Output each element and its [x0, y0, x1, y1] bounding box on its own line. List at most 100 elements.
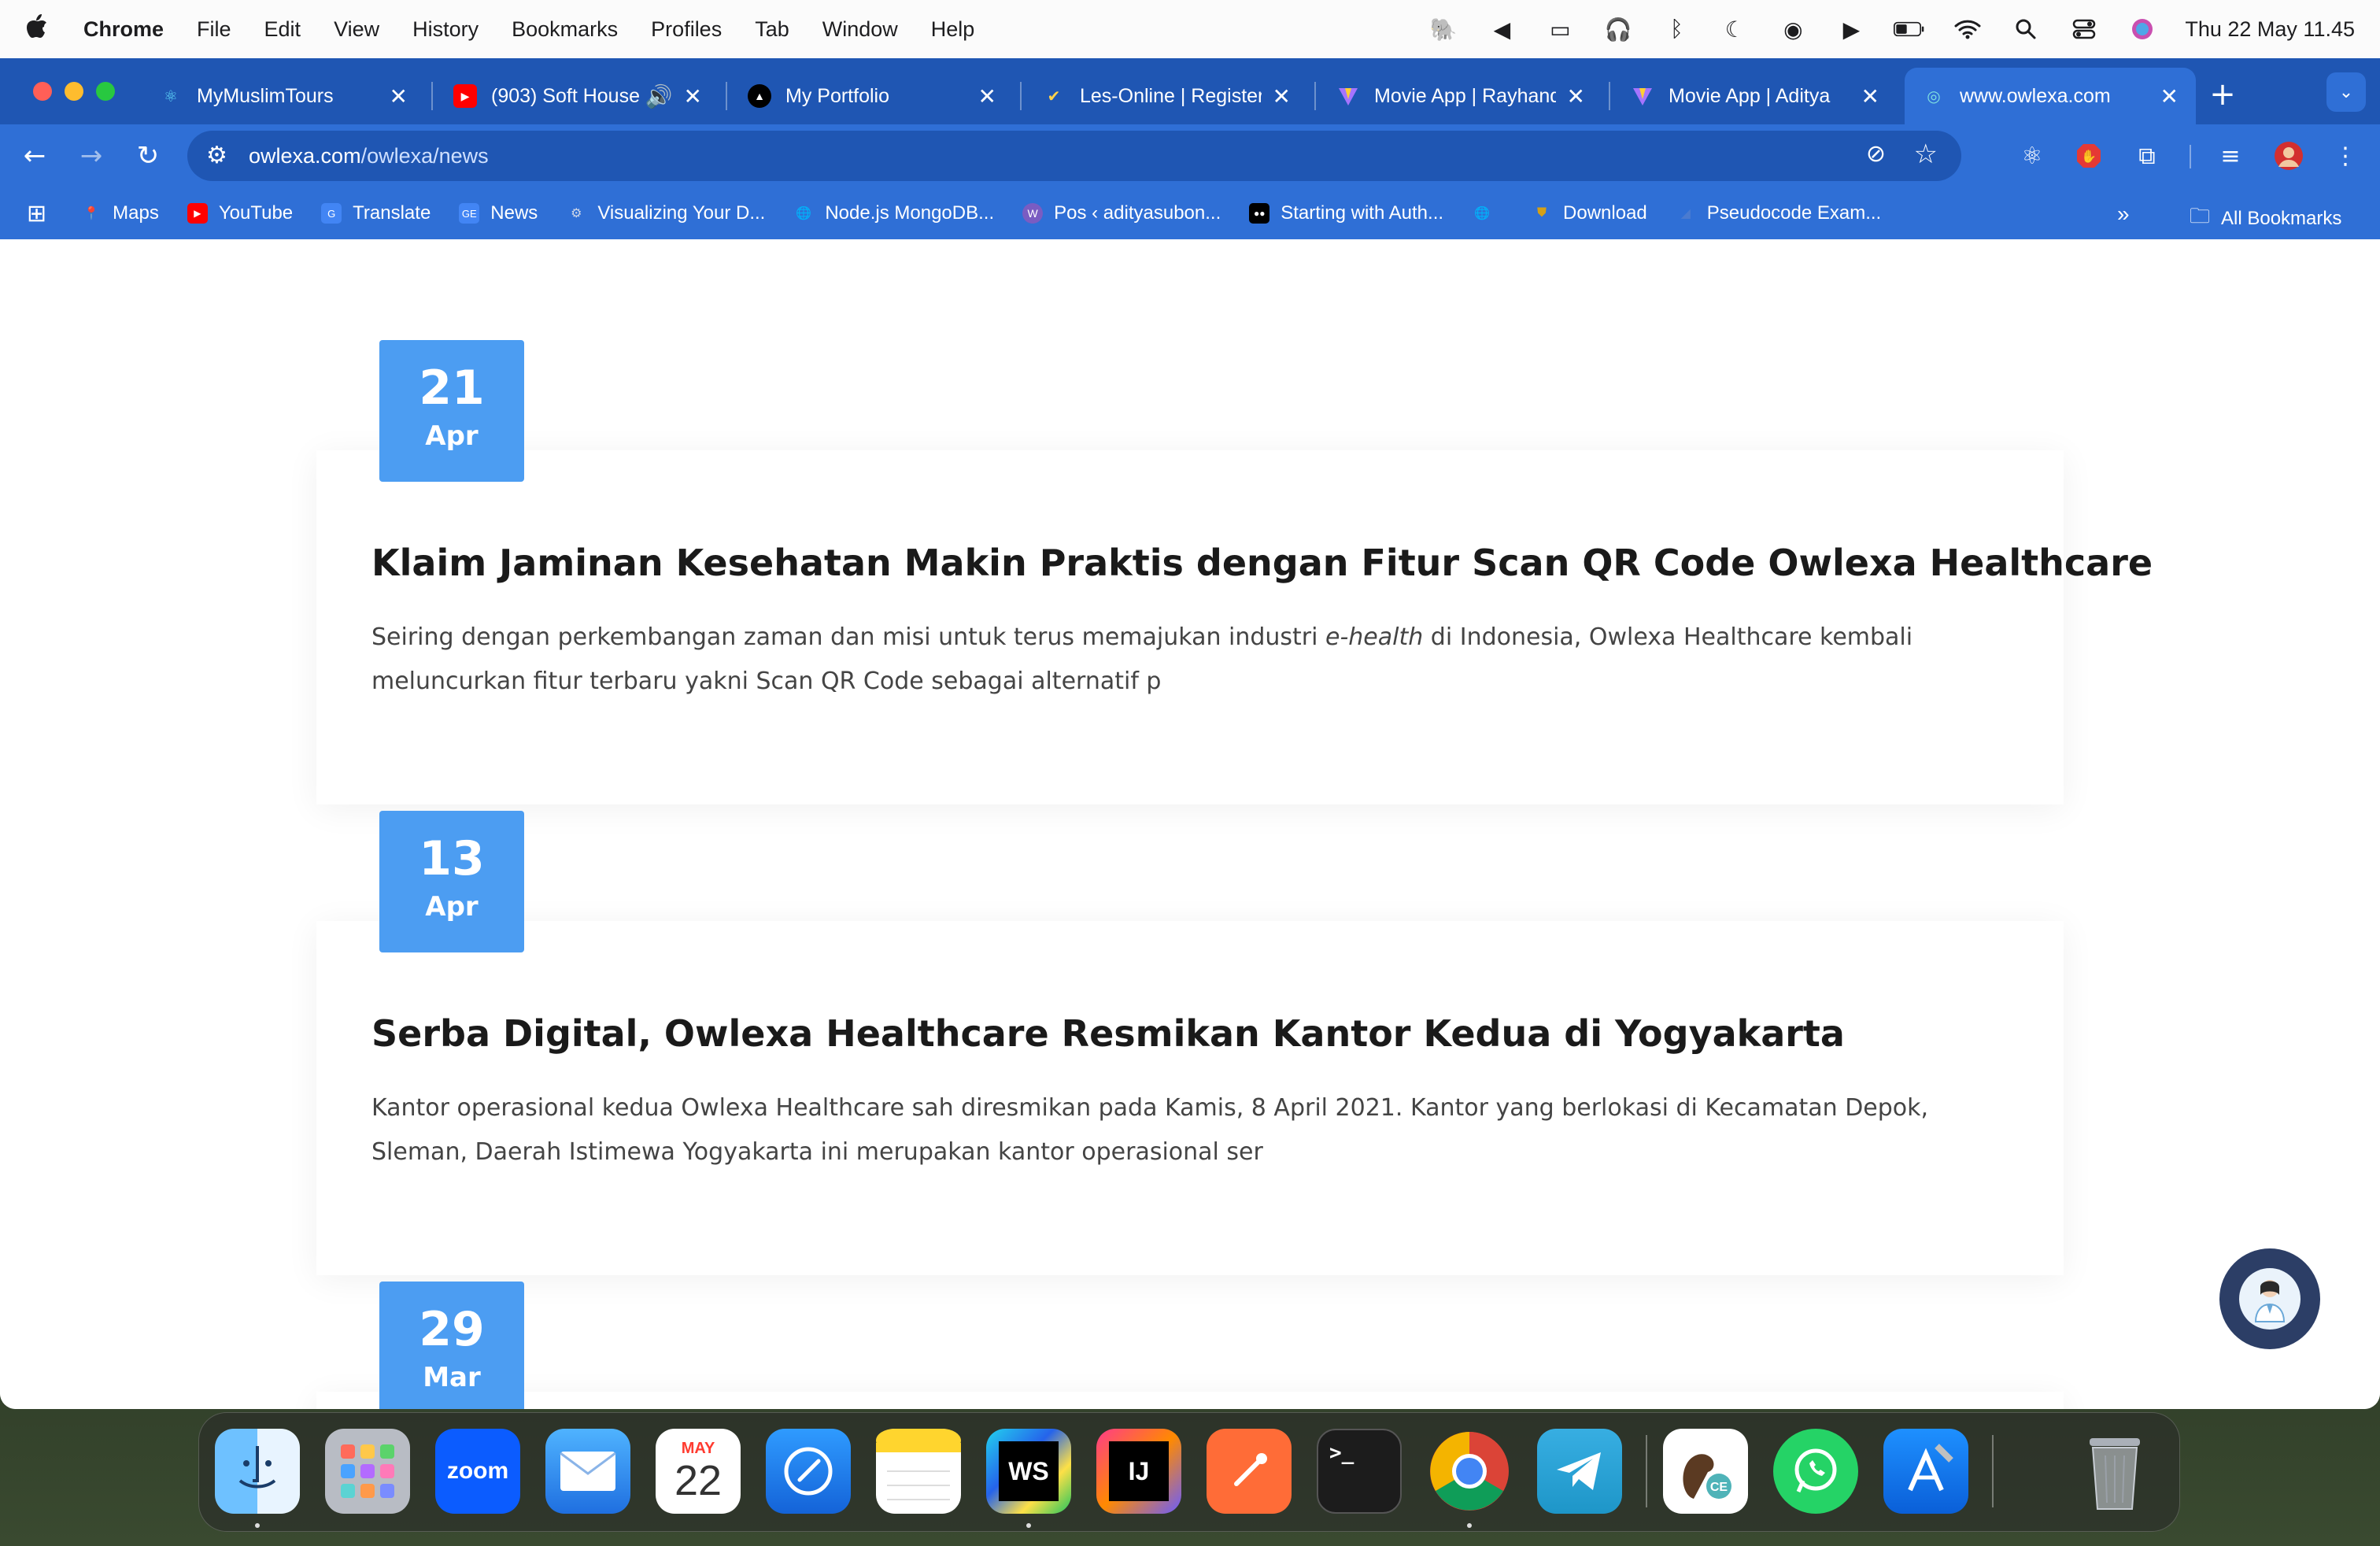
close-tab-icon[interactable]: ✕ [2160, 83, 2179, 109]
moon-icon[interactable]: ☾ [1719, 16, 1750, 43]
tab-my-portfolio[interactable]: ▲ My Portfolio ✕ [730, 68, 1014, 124]
launchpad-icon[interactable] [325, 1429, 410, 1514]
trash-icon[interactable] [2072, 1429, 2157, 1514]
media-controls-icon[interactable]: ≡ [2213, 139, 2248, 173]
menu-chrome[interactable]: Chrome [83, 17, 164, 42]
news-title[interactable]: Serba Digital, Owlexa Healthcare Resmika… [371, 1012, 1845, 1055]
menu-file[interactable]: File [197, 17, 231, 42]
news-date-badge: 29 Mar [379, 1282, 524, 1409]
search-icon[interactable] [2010, 16, 2042, 43]
bookmark-download[interactable]: ⛊ Download [1532, 202, 1647, 224]
close-tab-icon[interactable]: ✕ [684, 83, 702, 109]
triangle-icon: ▲ [748, 84, 771, 108]
bluetooth-icon[interactable]: ᛒ [1661, 16, 1692, 43]
menu-bookmarks[interactable]: Bookmarks [512, 17, 618, 42]
audio-playing-icon[interactable]: 🔊 [645, 83, 673, 109]
close-tab-icon[interactable]: ✕ [1273, 83, 1291, 109]
display-icon[interactable]: ▭ [1544, 16, 1576, 43]
site-info-icon[interactable]: ⚙ [206, 142, 227, 169]
reload-button[interactable]: ↻ [129, 137, 167, 175]
new-tab-button[interactable]: + [2204, 76, 2241, 113]
profile-avatar[interactable] [2271, 139, 2306, 173]
mail-icon[interactable] [545, 1429, 630, 1514]
xcode-icon[interactable] [1883, 1429, 1968, 1514]
apple-menu-icon[interactable] [25, 13, 57, 46]
menu-profiles[interactable]: Profiles [651, 17, 722, 42]
control-center-icon[interactable] [2068, 16, 2100, 43]
close-tab-icon[interactable]: ✕ [1861, 83, 1879, 109]
bookmark-pseudocode[interactable]: ◢ Pseudocode Exam... [1676, 202, 1882, 224]
tab-movie-app-rayhand[interactable]: Movie App | Rayhand ✕ [1319, 68, 1602, 124]
running-indicator [255, 1523, 260, 1528]
bookmark-star-icon[interactable]: ☆ [1914, 139, 1938, 170]
bookmark-visualizing[interactable]: ⚙ Visualizing Your D... [566, 202, 765, 224]
sweep-icon[interactable]: ◀ [1486, 16, 1517, 43]
menubar-clock[interactable]: Thu 22 May 11.45 [2185, 17, 2355, 42]
finder-icon[interactable] [215, 1429, 300, 1514]
adblock-icon[interactable]: ✋ [2071, 139, 2106, 173]
extensions-icon[interactable]: ⧉ [2130, 139, 2164, 173]
tab-les-online[interactable]: ✔ Les-Online | Register ✕ [1025, 68, 1308, 124]
more-bookmarks-icon[interactable]: » [2117, 202, 2130, 227]
telegram-icon[interactable] [1537, 1429, 1622, 1514]
bookmark-wordpress[interactable]: W Pos ‹ adityasubon... [1022, 202, 1221, 224]
play-circle-icon[interactable]: ▶ [1835, 16, 1867, 43]
news-title[interactable]: Klaim Jaminan Kesehatan Makin Praktis de… [371, 542, 2153, 584]
webstorm-icon[interactable]: WS [986, 1429, 1071, 1514]
bookmark-translate[interactable]: G Translate [321, 202, 431, 224]
menu-history[interactable]: History [412, 17, 479, 42]
calendar-day: 22 [674, 1456, 722, 1504]
user-circle-icon[interactable]: ◉ [1777, 16, 1809, 43]
whatsapp-icon[interactable] [1773, 1429, 1858, 1514]
news-card[interactable] [316, 1392, 2064, 1409]
close-tab-icon[interactable]: ✕ [390, 83, 408, 109]
bookmark-nodejs-mongodb[interactable]: 🌐 Node.js MongoDB... [793, 202, 994, 224]
elephant-icon[interactable]: 🐘 [1428, 16, 1459, 43]
apps-grid-icon[interactable]: ⊞ [27, 200, 46, 227]
bookmark-youtube[interactable]: ▶ YouTube [187, 202, 293, 224]
headphones-icon[interactable]: 🎧 [1602, 16, 1634, 43]
menu-window[interactable]: Window [822, 17, 898, 42]
tab-search-button[interactable]: ⌄ [2326, 72, 2366, 112]
tab-owlexa[interactable]: ◎ www.owlexa.com ✕ [1905, 68, 2196, 124]
tab-movie-app-aditya[interactable]: Movie App | Aditya ✕ [1613, 68, 1897, 124]
wifi-icon[interactable] [1952, 16, 1983, 43]
bookmark-maps[interactable]: 📍 Maps [81, 202, 159, 224]
chrome-menu-icon[interactable]: ⋮ [2328, 139, 2363, 173]
bookmark-globe[interactable]: 🌐 [1472, 203, 1503, 224]
tab-youtube[interactable]: ▶ (903) Soft House 🔊 ✕ [436, 68, 719, 124]
chrome-icon[interactable] [1427, 1429, 1512, 1514]
address-bar[interactable]: ⚙ owlexa.com/owlexa/news ⊘ ☆ [187, 131, 1961, 181]
svg-text:✋: ✋ [2081, 149, 2097, 164]
siri-icon[interactable] [2127, 16, 2158, 43]
rocket-typist-icon[interactable] [766, 1429, 851, 1514]
bookmark-news[interactable]: GE News [459, 202, 538, 224]
menu-edit[interactable]: Edit [264, 17, 301, 42]
dock-divider [1992, 1435, 1994, 1507]
minimize-window-button[interactable] [65, 82, 83, 101]
postman-icon[interactable] [1207, 1429, 1292, 1514]
close-tab-icon[interactable]: ✕ [978, 83, 996, 109]
react-devtools-icon[interactable]: ⚛ [2015, 139, 2049, 173]
close-tab-icon[interactable]: ✕ [1567, 83, 1585, 109]
menu-help[interactable]: Help [931, 17, 975, 42]
intellij-icon[interactable]: IJ [1096, 1429, 1181, 1514]
location-off-icon[interactable]: ⊘ [1866, 140, 1886, 168]
forward-button[interactable]: → [72, 137, 110, 175]
bookmark-medium[interactable]: ●● Starting with Auth... [1249, 202, 1443, 224]
battery-icon[interactable] [1894, 16, 1925, 43]
menu-tab[interactable]: Tab [755, 17, 789, 42]
all-bookmarks-button[interactable]: 🗀 All Bookmarks [2190, 202, 2341, 236]
menu-view[interactable]: View [334, 17, 379, 42]
tab-mymuslimtours[interactable]: ⚛ MyMuslimTours ✕ [142, 68, 425, 124]
calendar-icon[interactable]: MAY 22 [656, 1429, 741, 1514]
tableplus-icon[interactable]: CE [1663, 1429, 1748, 1514]
terminal-icon[interactable]: >_ [1317, 1429, 1402, 1514]
back-button[interactable]: ← [16, 137, 54, 175]
close-window-button[interactable] [33, 82, 52, 101]
notes-icon[interactable] [876, 1429, 961, 1514]
zoom-app-icon[interactable]: zoom [435, 1429, 520, 1514]
youtube-icon: ▶ [453, 84, 477, 108]
chat-assistant-button[interactable] [2219, 1248, 2320, 1349]
zoom-window-button[interactable] [96, 82, 115, 101]
